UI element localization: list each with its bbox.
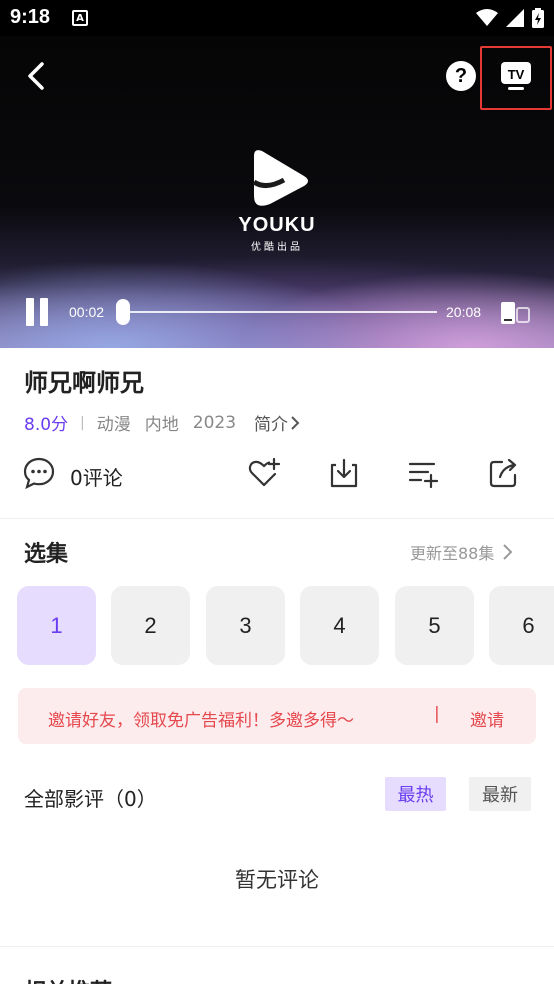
- empty-reviews-text: 暂无评论: [235, 868, 319, 892]
- tag-genre: 动漫: [96, 415, 131, 435]
- tag-region: 内地: [144, 415, 179, 435]
- playlist-add-icon[interactable]: [407, 456, 441, 490]
- status-bar: 9:18 A: [0, 0, 554, 36]
- intro-link[interactable]: 简介: [254, 410, 302, 435]
- episode-2[interactable]: 2: [111, 586, 190, 665]
- notification-icon: A: [72, 10, 88, 26]
- back-icon[interactable]: [20, 56, 52, 96]
- recommend-title: 相关推荐: [24, 974, 112, 984]
- invite-text: 邀请好友，领取免广告福利！多邀多得～: [48, 711, 354, 731]
- show-title: 师兄啊师兄: [24, 369, 144, 397]
- current-time: 00:02: [69, 304, 105, 320]
- tv-cast-icon: TV: [501, 62, 531, 90]
- reviews-title: 全部影评（0）: [24, 787, 157, 811]
- signal-icon: [506, 9, 524, 27]
- status-icons: [476, 8, 544, 28]
- logo-text: YOUKU: [238, 214, 316, 236]
- download-icon[interactable]: [327, 456, 361, 490]
- invite-separator: |: [434, 704, 440, 724]
- meta-separator: |: [80, 414, 85, 431]
- logo-subtitle: 优酷出品: [251, 242, 303, 253]
- score: 8.0分: [24, 415, 69, 435]
- episodes-title: 选集: [24, 542, 69, 567]
- sort-hot-button[interactable]: 最热: [385, 777, 446, 811]
- fullscreen-icon[interactable]: [500, 300, 532, 326]
- intro-label: 简介: [254, 415, 289, 435]
- progress-bar[interactable]: [123, 311, 437, 313]
- divider: [0, 946, 554, 947]
- comment-count[interactable]: 0评论: [70, 462, 123, 491]
- chevron-right-icon: [503, 544, 513, 560]
- episodes-update-label: 更新至88集: [410, 544, 495, 563]
- video-player[interactable]: ? TV YOUKU 优酷出品 00:02 20:08: [0, 36, 554, 348]
- invite-banner[interactable]: 邀请好友，领取免广告福利！多邀多得～ | 邀请: [18, 688, 536, 744]
- invite-button[interactable]: 邀请: [470, 706, 504, 731]
- tag-year: 2023: [192, 412, 237, 433]
- total-time: 20:08: [446, 304, 482, 320]
- sort-new-button[interactable]: 最新: [469, 777, 531, 811]
- show-meta: 8.0分 | 动漫 内地 2023 简介: [24, 410, 302, 435]
- status-time: 9:18: [10, 6, 51, 28]
- pause-icon[interactable]: [26, 298, 50, 326]
- wifi-icon: [476, 9, 498, 26]
- episode-3[interactable]: 3: [206, 586, 285, 665]
- episode-1[interactable]: 1: [17, 586, 96, 665]
- share-icon[interactable]: [487, 456, 521, 490]
- episode-4[interactable]: 4: [300, 586, 379, 665]
- divider: [0, 518, 554, 519]
- comment-icon[interactable]: [22, 456, 56, 490]
- help-icon[interactable]: ?: [446, 61, 476, 91]
- svg-text:TV: TV: [508, 67, 525, 82]
- progress-thumb[interactable]: [116, 299, 130, 325]
- chevron-right-icon: [291, 415, 300, 430]
- episode-6[interactable]: 6: [489, 586, 554, 665]
- favorite-add-icon[interactable]: [247, 456, 281, 490]
- battery-icon: [532, 8, 544, 28]
- episodes-update-link[interactable]: 更新至88集: [410, 540, 518, 564]
- episode-5[interactable]: 5: [395, 586, 474, 665]
